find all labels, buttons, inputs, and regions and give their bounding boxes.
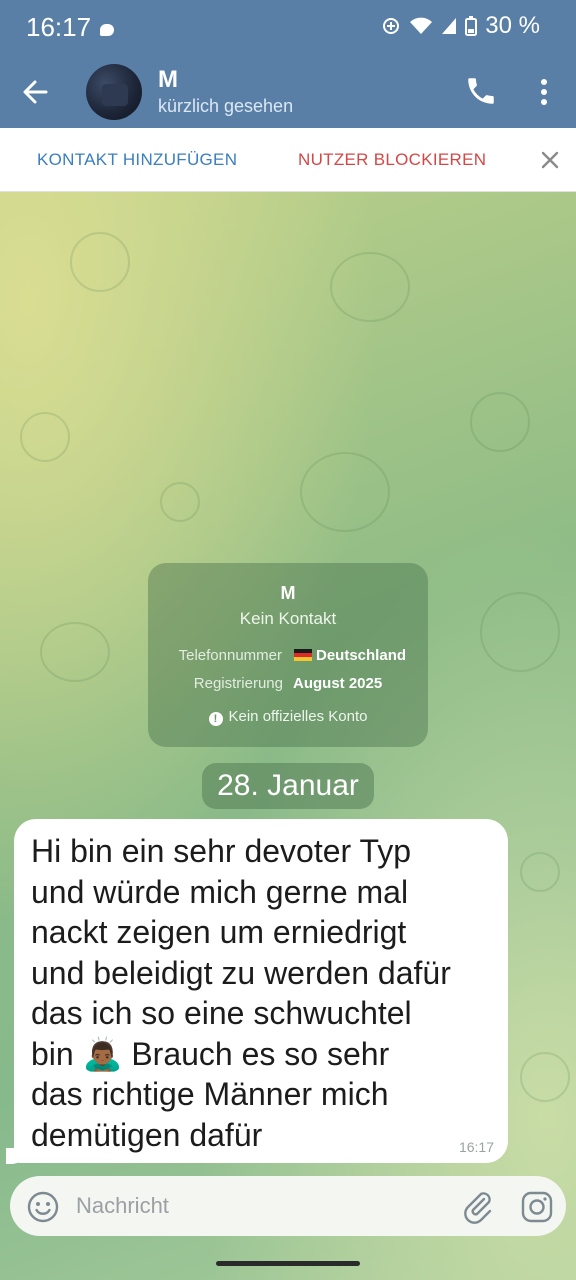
signal-icon <box>442 18 457 34</box>
wifi-icon <box>410 17 433 34</box>
background-doodle <box>330 252 410 322</box>
message-input[interactable]: Nachricht <box>76 1193 169 1219</box>
back-button[interactable] <box>18 74 58 110</box>
data-saver-icon <box>383 18 400 34</box>
message-composer[interactable]: Nachricht <box>10 1176 566 1236</box>
message-time: 16:17 <box>458 1139 494 1155</box>
battery-percent: 30 % <box>485 12 540 39</box>
close-action-bar-button[interactable] <box>538 148 562 172</box>
registered-label: Registrierung <box>193 675 283 692</box>
info-icon: ! <box>208 712 223 726</box>
status-icons: 30 % <box>381 12 540 40</box>
message-line: und würde mich gerne mal <box>31 873 409 910</box>
contact-info-card: M Kein Kontakt Telefonnummer Deutschland… <box>148 563 428 747</box>
add-contact-button[interactable]: KONTAKT HINZUFÜGEN <box>37 150 237 170</box>
info-card-name: M <box>280 583 296 603</box>
germany-flag-icon <box>294 649 312 661</box>
block-user-button[interactable]: NUTZER BLOCKIEREN <box>298 150 486 170</box>
background-doodle <box>160 482 200 522</box>
emoji-button[interactable] <box>26 1190 60 1224</box>
message-line: nackt zeigen um erniedrigt <box>31 914 407 950</box>
smiley-icon <box>27 1191 59 1223</box>
background-doodle <box>300 452 390 532</box>
instagram-camera-icon <box>521 1191 553 1223</box>
contact-name[interactable]: M <box>158 66 178 94</box>
official-account-note: ! Kein offizielles Konto <box>148 708 428 726</box>
camera-button[interactable] <box>520 1190 554 1224</box>
status-bar: 16:17 30 % <box>0 0 576 56</box>
more-options-button[interactable] <box>532 74 556 110</box>
date-separator: 28. Januar <box>202 763 374 809</box>
paperclip-icon <box>464 1192 492 1224</box>
phone-icon <box>468 78 494 104</box>
message-line: und beleidigt zu werden dafür <box>31 954 451 991</box>
background-doodle <box>520 1052 570 1102</box>
call-button[interactable] <box>464 74 498 108</box>
chat-header: M kürzlich gesehen <box>0 56 576 128</box>
message-line: demütigen dafür <box>31 1116 263 1153</box>
message-bubble[interactable]: Hi bin ein sehr devoter Typ und würde mi… <box>14 819 508 1163</box>
background-doodle <box>520 852 560 892</box>
official-note-text: Kein offizielles Konto <box>228 708 368 725</box>
attach-button[interactable] <box>462 1190 494 1224</box>
phone-label: Telefonnummer <box>178 647 282 664</box>
close-icon <box>541 151 559 169</box>
message-text: Hi bin ein sehr devoter Typ und würde mi… <box>31 831 499 1155</box>
message-line: bin 🙇🏾‍♂️ Brauch es so sehr <box>31 1035 390 1072</box>
chat-bubble-icon <box>100 24 115 36</box>
contact-action-bar: KONTAKT HINZUFÜGEN NUTZER BLOCKIEREN <box>0 128 576 192</box>
background-doodle <box>40 622 110 682</box>
status-time: 16:17 <box>26 12 115 43</box>
arrow-left-icon <box>23 80 48 104</box>
contact-last-seen: kürzlich gesehen <box>158 96 294 116</box>
avatar-image <box>102 84 128 106</box>
background-doodle <box>70 232 130 292</box>
info-card-subtitle: Kein Kontakt <box>239 609 337 628</box>
avatar[interactable] <box>86 64 142 120</box>
more-vert-icon <box>541 79 547 105</box>
background-doodle <box>480 592 560 672</box>
message-line: Hi bin ein sehr devoter Typ <box>31 833 412 869</box>
message-line: das richtige Männer mich <box>31 1076 389 1112</box>
battery-icon <box>465 16 478 36</box>
home-indicator[interactable] <box>216 1261 360 1266</box>
message-line: das ich so eine schwuchtel <box>31 995 412 1031</box>
background-doodle <box>470 392 530 452</box>
status-time-text: 16:17 <box>26 12 92 42</box>
registered-value: August 2025 <box>293 675 383 692</box>
phone-value: Deutschland <box>316 647 407 664</box>
background-doodle <box>20 412 70 462</box>
